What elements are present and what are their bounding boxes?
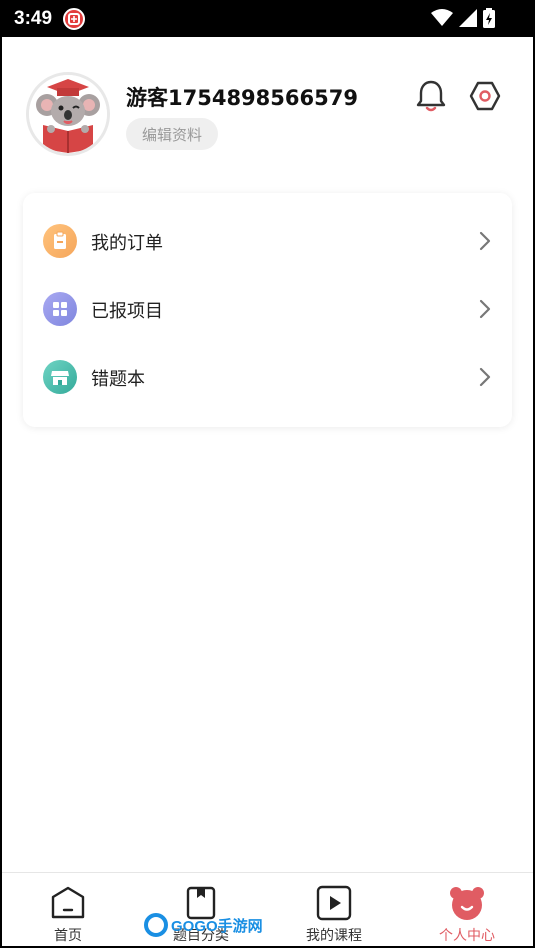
tab-label: 首页 (54, 928, 82, 944)
menu-item-label: 我的订单 (91, 233, 163, 254)
watermark-text: GOGO手游网 (171, 917, 263, 935)
username: 游客1754898566579 (126, 86, 358, 110)
tab-label: 我的课程 (306, 928, 362, 944)
battery-icon (483, 8, 495, 28)
menu-item-enrolled-projects[interactable]: 已报项目 (23, 275, 512, 343)
wifi-icon (431, 9, 453, 26)
tab-personal-center[interactable]: 个人中心 (401, 873, 533, 947)
watermark-logo-icon (144, 913, 168, 937)
clipboard-icon (43, 224, 77, 258)
bear-icon (450, 887, 484, 920)
menu-card: 我的订单 已报项目 错题本 (23, 193, 512, 427)
tab-my-courses[interactable]: 我的课程 (268, 873, 400, 947)
system-icons (431, 8, 495, 28)
grid-icon (43, 292, 77, 326)
signal-icon (459, 9, 477, 27)
edit-profile-button[interactable]: 编辑资料 (126, 118, 218, 150)
avatar[interactable] (26, 72, 110, 156)
chevron-right-icon (479, 367, 491, 387)
notification-app-icon (63, 8, 85, 30)
status-bar: 3:49 (0, 0, 535, 37)
bottom-tab-bar: 首页 题目分类 我的课程 个人中心 (2, 872, 533, 946)
chevron-right-icon (479, 299, 491, 319)
play-icon (316, 885, 352, 921)
menu-item-label: 已报项目 (91, 301, 163, 322)
menu-item-my-orders[interactable]: 我的订单 (23, 207, 512, 275)
watermark: GOGO手游网 (144, 912, 263, 938)
menu-item-wrong-questions[interactable]: 错题本 (23, 343, 512, 411)
chevron-right-icon (479, 231, 491, 251)
store-icon (43, 360, 77, 394)
tab-home[interactable]: 首页 (2, 873, 134, 947)
tab-label: 个人中心 (439, 928, 495, 944)
profile-header: 游客1754898566579 编辑资料 (2, 37, 533, 187)
screen: 游客1754898566579 编辑资料 我的订单 已报项目 错题本 首页 题目… (2, 37, 533, 946)
bell-icon[interactable] (415, 79, 447, 113)
settings-icon[interactable] (468, 79, 502, 113)
menu-item-label: 错题本 (91, 369, 145, 390)
status-time: 3:49 (14, 8, 53, 29)
home-icon (51, 886, 85, 919)
